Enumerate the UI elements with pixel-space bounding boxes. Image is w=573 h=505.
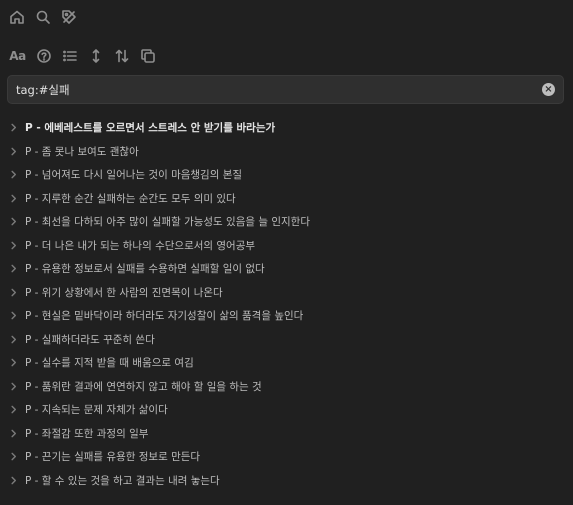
result-item[interactable]: P - 최선을 다하되 아주 많이 실패할 가능성도 있음을 늘 인지한다 <box>0 210 573 234</box>
result-item[interactable]: P - 위기 상황에서 한 사람의 진면목이 나온다 <box>0 281 573 305</box>
result-item[interactable]: P - 넘어져도 다시 일어나는 것이 마음챙김의 본질 <box>0 163 573 187</box>
chevron-right-icon[interactable] <box>9 311 21 320</box>
clear-icon[interactable]: × <box>542 83 555 96</box>
result-item[interactable]: P - 에베레스트를 오르면서 스트레스 안 받기를 바라는가 <box>0 116 573 140</box>
result-item[interactable]: P - 유용한 정보로서 실패를 수용하면 실패할 일이 없다 <box>0 257 573 281</box>
result-item[interactable]: P - 지속되는 문제 자체가 삶이다 <box>0 398 573 422</box>
result-item[interactable]: P - 좌절감 또한 과정의 일부 <box>0 422 573 446</box>
chevron-right-icon[interactable] <box>9 194 21 203</box>
font-size-icon[interactable]: Aa <box>9 47 26 64</box>
chevron-right-icon[interactable] <box>9 382 21 391</box>
chevron-right-icon[interactable] <box>9 452 21 461</box>
result-item-label: P - 품위란 결과에 연연하지 않고 해야 할 일을 하는 것 <box>25 380 262 393</box>
result-item-label: P - 좌절감 또한 과정의 일부 <box>25 427 149 440</box>
chevron-right-icon[interactable] <box>9 429 21 438</box>
result-item[interactable]: P - 더 나은 내가 되는 하나의 수단으로서의 영어공부 <box>0 234 573 258</box>
result-item[interactable]: P - 현실은 밑바닥이라 하더라도 자기성찰이 삶의 품격을 높인다 <box>0 304 573 328</box>
search-input[interactable] <box>16 76 536 103</box>
result-item-label: P - 유용한 정보로서 실패를 수용하면 실패할 일이 없다 <box>25 263 265 276</box>
chevron-right-icon[interactable] <box>9 476 21 485</box>
result-item[interactable]: P - 할 수 있는 것을 하고 결과는 내려 놓는다 <box>0 469 573 493</box>
home-icon[interactable] <box>8 8 25 25</box>
search-box: × <box>7 75 564 104</box>
result-item-label: P - 최선을 다하되 아주 많이 실패할 가능성도 있음을 늘 인지한다 <box>25 216 310 229</box>
result-item-label: P - 할 수 있는 것을 하고 결과는 내려 놓는다 <box>25 474 220 487</box>
result-item[interactable]: P - 지루한 순간 실패하는 순간도 모두 의미 있다 <box>0 187 573 211</box>
result-item[interactable]: P - 좀 못나 보여도 괜찮아 <box>0 140 573 164</box>
result-item-label: P - 현실은 밑바닥이라 하더라도 자기성찰이 삶의 품격을 높인다 <box>25 310 304 323</box>
sort-icon[interactable] <box>113 47 130 64</box>
result-item-label: P - 지루한 순간 실패하는 순간도 모두 의미 있다 <box>25 192 236 205</box>
list-icon[interactable] <box>61 47 78 64</box>
result-item-label: P - 좀 못나 보여도 괜찮아 <box>25 145 139 158</box>
result-item[interactable]: P - 실수를 지적 받을 때 배움으로 여김 <box>0 351 573 375</box>
search-options-toolbar: Aa <box>9 47 156 64</box>
result-item-label: P - 넘어져도 다시 일어나는 것이 마음챙김의 본질 <box>25 169 243 182</box>
chevron-right-icon[interactable] <box>9 147 21 156</box>
result-item-label: P - 끈기는 실패를 유용한 정보로 만든다 <box>25 451 201 464</box>
vertical-arrows-icon[interactable] <box>87 47 104 64</box>
help-icon[interactable] <box>35 47 52 64</box>
chevron-right-icon[interactable] <box>9 123 21 132</box>
chevron-right-icon[interactable] <box>9 358 21 367</box>
result-item-label: P - 지속되는 문제 자체가 삶이다 <box>25 404 168 417</box>
result-item-label: P - 실수를 지적 받을 때 배움으로 여김 <box>25 357 194 370</box>
search-icon[interactable] <box>34 8 51 25</box>
chevron-right-icon[interactable] <box>9 335 21 344</box>
result-item[interactable]: P - 실패하더라도 꾸준히 쓴다 <box>0 328 573 352</box>
result-item-label: P - 실패하더라도 꾸준히 쓴다 <box>25 333 155 346</box>
chevron-right-icon[interactable] <box>9 264 21 273</box>
result-item[interactable]: P - 끈기는 실패를 유용한 정보로 만든다 <box>0 445 573 469</box>
copy-icon[interactable] <box>139 47 156 64</box>
result-item-label: P - 위기 상황에서 한 사람의 진면목이 나온다 <box>25 286 223 299</box>
result-item[interactable]: P - 품위란 결과에 연연하지 않고 해야 할 일을 하는 것 <box>0 375 573 399</box>
chevron-right-icon[interactable] <box>9 217 21 226</box>
result-item-label: P - 에베레스트를 오르면서 스트레스 안 받기를 바라는가 <box>25 122 276 135</box>
tag-icon[interactable] <box>60 8 77 25</box>
search-results: P - 에베레스트를 오르면서 스트레스 안 받기를 바라는가 P - 좀 못나 … <box>0 116 573 492</box>
result-item-label: P - 더 나은 내가 되는 하나의 수단으로서의 영어공부 <box>25 239 256 252</box>
chevron-right-icon[interactable] <box>9 405 21 414</box>
chevron-right-icon[interactable] <box>9 170 21 179</box>
chevron-right-icon[interactable] <box>9 288 21 297</box>
nav-toolbar <box>8 8 77 25</box>
chevron-right-icon[interactable] <box>9 241 21 250</box>
